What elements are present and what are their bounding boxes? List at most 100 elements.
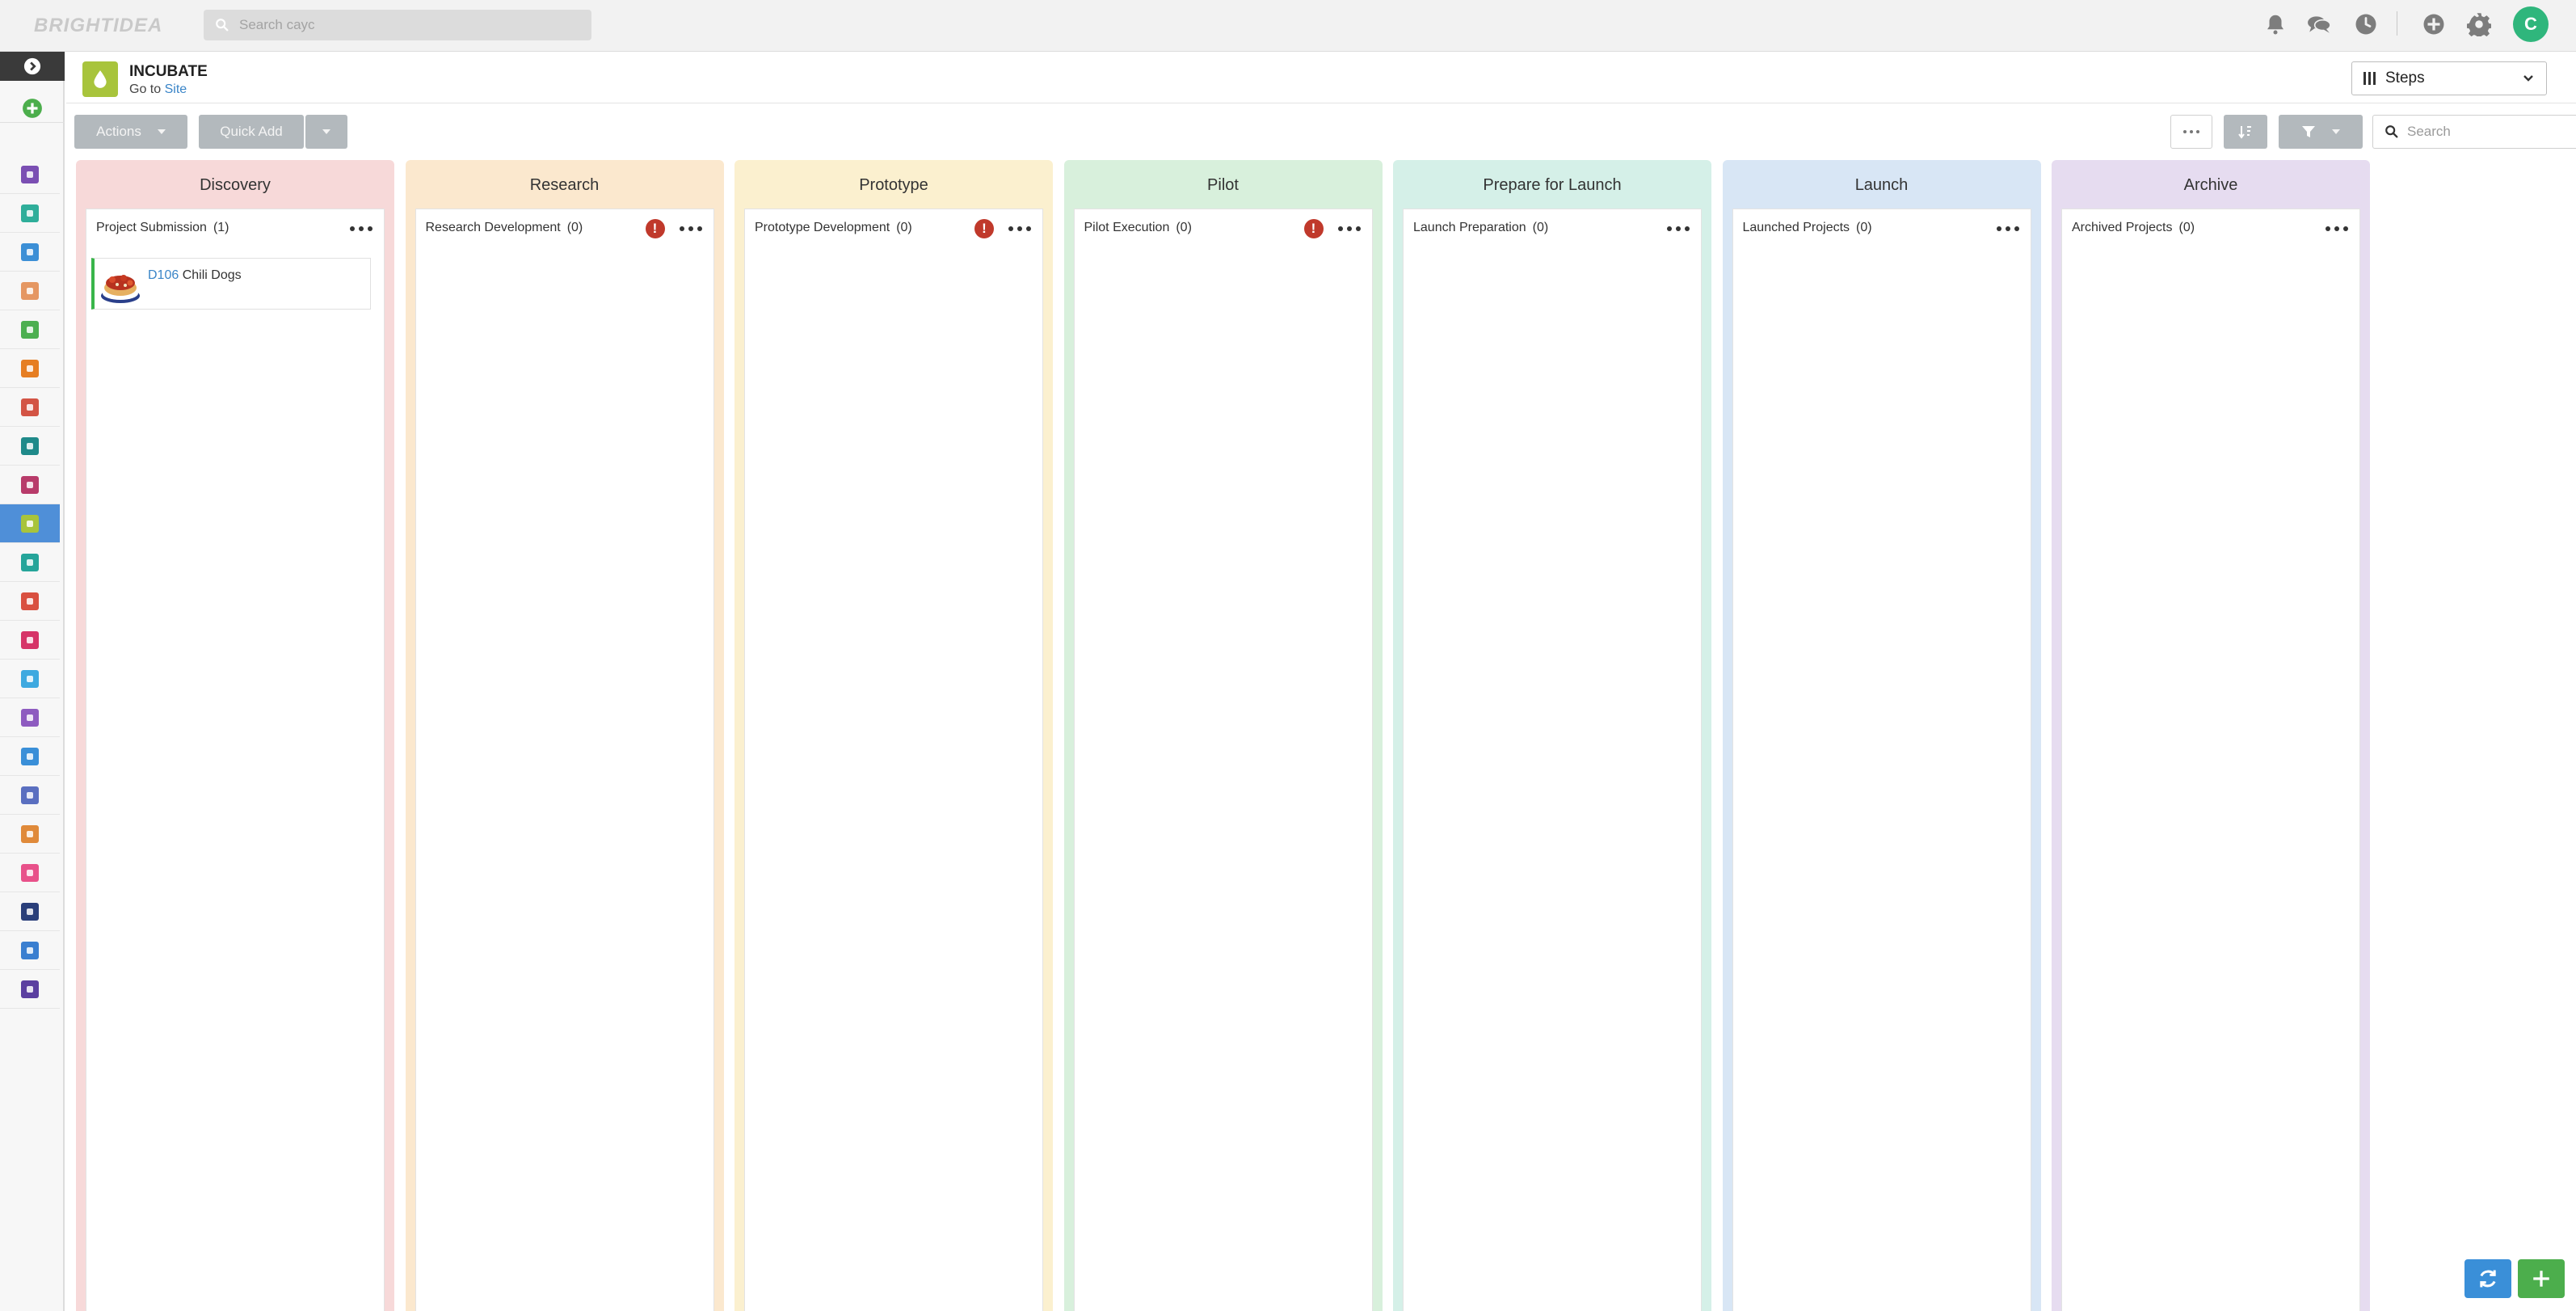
board-search[interactable] [2372,115,2576,149]
bell-icon[interactable] [1540,10,1572,42]
sidebar-app-8[interactable] [0,427,60,466]
sidebar-app-2[interactable] [0,194,60,233]
swimlane-name: Launch Preparation [1413,221,1526,234]
app-icon [21,941,39,959]
sidebar-app-21[interactable] [0,931,60,970]
board-search-input[interactable] [2407,124,2569,140]
sidebar-app-13[interactable] [0,621,60,660]
sidebar-app-20[interactable] [0,892,60,931]
swimlane-count: (0) [1532,221,1549,234]
filter-icon [2302,126,2315,137]
brand-logo[interactable]: BRIGHTIDEA [34,15,162,37]
app-icon [21,708,39,727]
swimlane-count: (0) [566,221,583,234]
quick-add-label: Quick Add [220,124,283,139]
sidebar-app-4[interactable] [0,272,60,310]
swimlane-title: Archived Projects (0) [2072,221,2195,235]
refresh-button[interactable] [2464,1259,2511,1298]
clock-icon[interactable] [2350,8,2382,40]
plus-circle-icon[interactable] [2418,8,2450,40]
app-icon [21,320,39,339]
warning-icon[interactable]: ! [974,219,994,238]
app-icon [21,553,39,571]
card-text: D106 Chili Dogs [148,268,242,283]
sidebar-app-22[interactable] [0,970,60,1009]
warning-icon[interactable]: ! [1303,219,1324,238]
swimlane-title: Launch Preparation (0) [1413,221,1548,235]
sidebar-app-1[interactable] [0,155,60,194]
app-icon [21,747,39,765]
sidebar-app-3[interactable] [0,233,60,272]
user-avatar[interactable]: C [2513,6,2549,42]
swimlane-menu-icon[interactable] [1667,221,1690,237]
sort-button[interactable] [2224,115,2267,149]
column-title: Discovery [200,176,271,194]
top-bar: BRIGHTIDEA [0,0,2576,52]
swimlane-count: (0) [1176,221,1192,234]
sidebar-add[interactable] [0,94,65,123]
swimlane-title: Research Development (0) [426,221,583,235]
swimlane-title: Launched Projects (0) [1743,221,1872,235]
swimlane-menu-icon[interactable] [1337,221,1361,237]
swimlane-menu-icon[interactable] [1996,221,2019,237]
swimlane-menu-icon[interactable] [679,221,702,237]
column-title: Prepare for Launch [1483,176,1622,194]
swimlane: Launch Preparation (0) [1403,209,1702,1311]
app-icon [21,630,39,649]
warning-icon[interactable]: ! [645,219,665,238]
add-button[interactable] [2518,1259,2565,1298]
swimlane-menu-icon[interactable] [350,221,373,237]
app-icon [21,824,39,843]
app-icon [21,242,39,261]
view-select[interactable]: Steps [2351,61,2547,95]
sidebar-app-6[interactable] [0,349,60,388]
project-card[interactable]: D106 Chili Dogs [91,258,371,310]
column-title: Launch [1854,176,1909,194]
goto-label: Go to [129,82,162,96]
sidebar-app-12[interactable] [0,582,60,621]
sidebar-toggle[interactable] [0,52,65,81]
card-id-link[interactable]: D106 [148,268,179,282]
sidebar-app-16[interactable] [0,737,60,776]
card-title: Chili Dogs [182,268,242,282]
more-options-button[interactable] [2170,115,2212,149]
sidebar-app-18[interactable] [0,815,60,854]
sidebar-app-19[interactable] [0,854,60,892]
column-title: Pilot [1207,176,1239,194]
swimlane: Project Submission (1) D106 Chili Dogs [86,209,385,1311]
sidebar-app-15[interactable] [0,698,60,737]
app-icon [21,669,39,688]
swimlane-menu-icon[interactable] [1008,221,1031,237]
global-search-input[interactable] [239,17,562,33]
column-discovery: Discovery Project Submission (1) D106 Chili… [76,160,394,1311]
sidebar-app-5[interactable] [0,310,60,349]
app-icon [21,902,39,921]
swimlane-count: (0) [896,221,912,234]
app-icon [21,863,39,882]
sidebar-app-17[interactable] [0,776,60,815]
swimlane-count: (0) [1856,221,1872,234]
column-archive: Archive Archived Projects (0) [2052,160,2370,1311]
global-search[interactable] [204,10,591,40]
sidebar-app-9[interactable] [0,466,60,504]
sidebar-app-10[interactable] [0,504,60,543]
sidebar-app-14[interactable] [0,660,60,698]
sidebar-app-11[interactable] [0,543,60,582]
sidebar-app-7[interactable] [0,388,60,427]
swimlane-name: Prototype Development [755,221,890,234]
swimlane: Launched Projects (0) [1732,209,2031,1311]
quick-add-button[interactable]: Quick Add [199,115,304,149]
swimlane-menu-icon[interactable] [2326,221,2348,237]
column-title: Archive [2183,176,2238,194]
app-icon [21,398,39,416]
gear-icon[interactable] [2463,8,2495,40]
swimlane-count: (0) [2178,221,2195,234]
site-link[interactable]: Site [165,82,187,96]
swimlane-name: Launched Projects [1742,221,1850,234]
bell-icon[interactable] [2259,8,2292,40]
caret-down-icon [157,129,166,134]
actions-button[interactable]: Actions [74,115,187,149]
filter-button[interactable] [2279,115,2363,149]
chat-icon[interactable] [2303,8,2335,40]
quick-add-dropdown[interactable] [305,115,347,149]
